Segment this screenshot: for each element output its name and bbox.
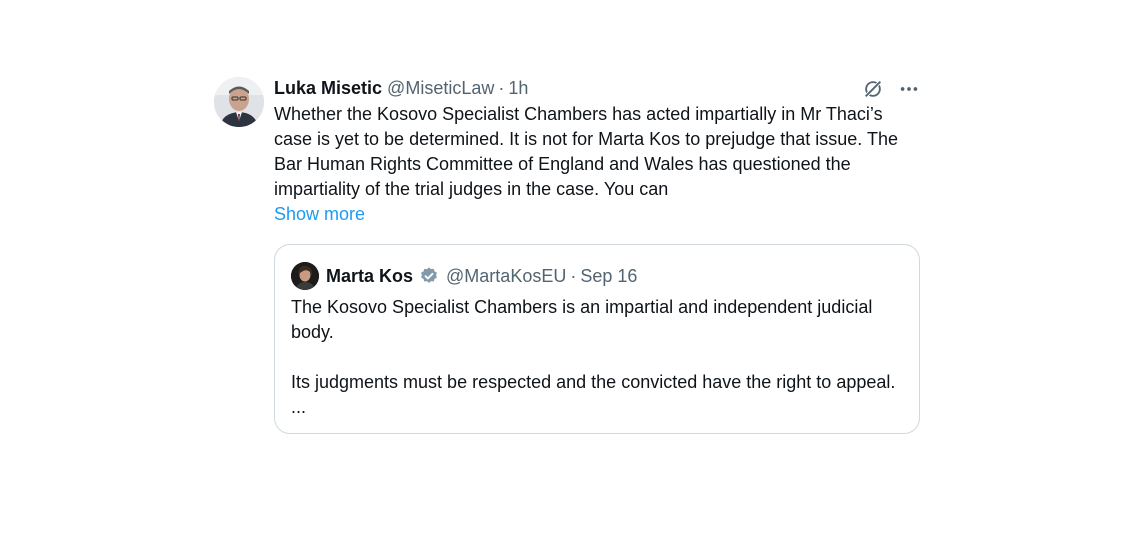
quoted-paragraph-2: Its judgments must be respected and the … <box>291 372 896 417</box>
tweet-actions <box>860 76 922 102</box>
quoted-author-avatar-image <box>291 262 319 290</box>
tweet-timestamp[interactable]: 1h <box>508 74 528 102</box>
verified-badge-icon <box>419 266 439 286</box>
quoted-tweet-header: Marta Kos @MartaKosEU · Sep 16 <box>291 261 637 291</box>
more-options-icon[interactable] <box>896 76 922 102</box>
grok-icon[interactable] <box>860 76 886 102</box>
tweet-text: Whether the Kosovo Specialist Chambers h… <box>274 104 898 199</box>
author-handle[interactable]: @MiseticLaw <box>387 74 494 102</box>
quoted-author-handle[interactable]: @MartaKosEU <box>446 266 566 287</box>
author-avatar[interactable] <box>214 77 264 127</box>
separator-dot: · <box>498 78 505 98</box>
quoted-author-name[interactable]: Marta Kos <box>326 266 413 287</box>
quoted-timestamp[interactable]: Sep 16 <box>580 266 637 287</box>
author-name[interactable]: Luka Misetic <box>274 74 382 102</box>
quoted-paragraph-1: The Kosovo Specialist Chambers is an imp… <box>291 297 873 342</box>
quoted-tweet-text: The Kosovo Specialist Chambers is an imp… <box>291 295 901 420</box>
show-more-link[interactable]: Show more <box>274 202 365 227</box>
tweet-header: Luka Misetic @MiseticLaw · 1h <box>274 74 924 102</box>
quoted-separator-dot: · <box>570 265 577 286</box>
quoted-author-avatar[interactable] <box>291 262 319 290</box>
tweet-content: Luka Misetic @MiseticLaw · 1h Whether th… <box>274 74 924 227</box>
author-avatar-image <box>214 77 264 127</box>
quoted-tweet-card[interactable]: Marta Kos @MartaKosEU · Sep 16 The Kosov… <box>274 244 920 434</box>
